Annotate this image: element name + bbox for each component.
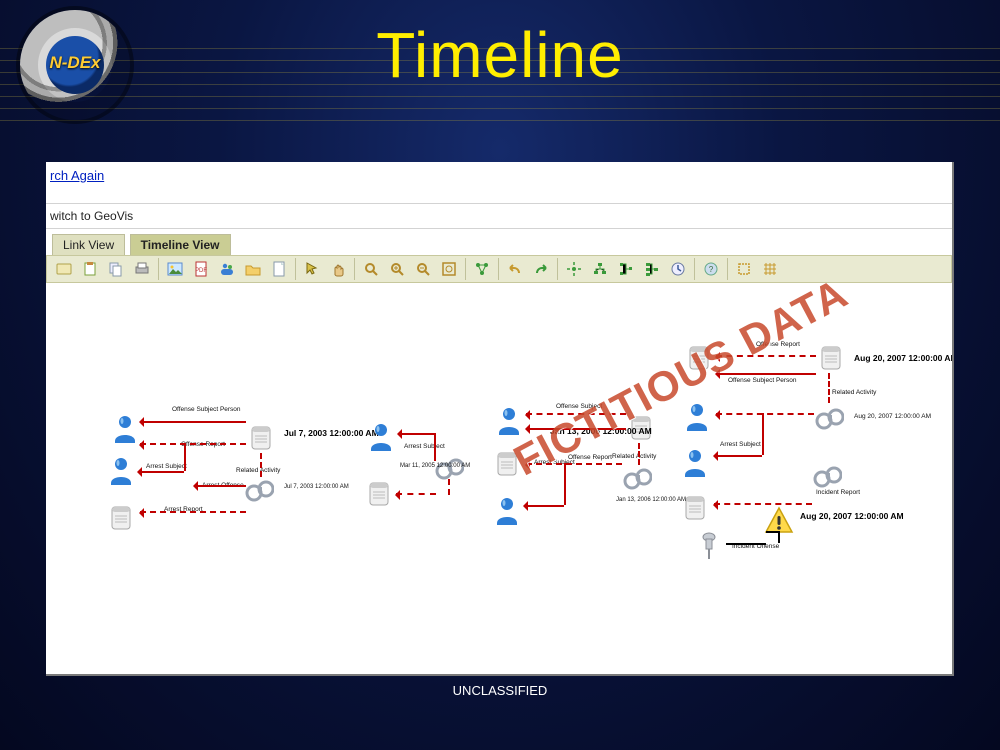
svg-text:PDF: PDF <box>195 268 207 274</box>
grid-icon[interactable] <box>759 258 781 280</box>
node-label: Offense Subject Person <box>172 406 241 413</box>
scroll-icon <box>816 343 846 373</box>
date-label: Mar 11, 2005 12:00:00 AM <box>400 463 470 469</box>
date-label: Aug 20, 2007 12:00:00 AM <box>854 353 954 363</box>
date-label: Jan 13, 2006 12:00:00 AM <box>616 497 686 503</box>
date-label: Aug 20, 2007 12:00:00 AM <box>800 511 904 521</box>
app-panel: rch Again witch to GeoVis Link View Time… <box>46 162 954 676</box>
tree-icon[interactable] <box>589 258 611 280</box>
vert-tree-icon[interactable] <box>615 258 637 280</box>
cuffs-icon <box>244 475 274 505</box>
node-label: Arrest Subject <box>146 463 187 470</box>
image-icon[interactable] <box>164 258 186 280</box>
search-again-link[interactable]: rch Again <box>46 162 104 185</box>
date-label: Jul 7, 2003 12:00:00 AM <box>284 484 349 490</box>
clock-icon[interactable] <box>667 258 689 280</box>
zoom-in-icon[interactable] <box>386 258 408 280</box>
cuffs-icon <box>622 463 652 493</box>
zoom-icon[interactable] <box>360 258 382 280</box>
cuffs-icon <box>814 403 844 433</box>
hier-icon[interactable] <box>641 258 663 280</box>
tab-bar: Link View Timeline View <box>46 233 952 255</box>
open-icon[interactable] <box>53 258 75 280</box>
folder-icon[interactable] <box>242 258 264 280</box>
date-label: Jul 7, 2003 12:00:00 AM <box>284 428 379 438</box>
pin-icon <box>694 531 724 561</box>
box-icon[interactable] <box>733 258 755 280</box>
users-icon[interactable] <box>216 258 238 280</box>
hand-icon[interactable] <box>327 258 349 280</box>
cuffs-icon <box>812 461 842 491</box>
scroll-icon <box>106 503 136 533</box>
node-label: Related Activity <box>236 467 280 474</box>
layout-icon[interactable] <box>471 258 493 280</box>
zoom-out-icon[interactable] <box>412 258 434 280</box>
slide-title: Timeline <box>0 18 1000 92</box>
help-icon[interactable]: ? <box>700 258 722 280</box>
classification-footer: UNCLASSIFIED <box>0 683 1000 698</box>
node-label: Related Activity <box>832 389 876 396</box>
copy-icon[interactable] <box>105 258 127 280</box>
redo-icon[interactable] <box>530 258 552 280</box>
person-icon <box>680 447 710 477</box>
svg-text:?: ? <box>709 265 714 274</box>
scroll-icon <box>680 493 710 523</box>
pointer-icon[interactable] <box>301 258 323 280</box>
switch-geovis-link[interactable]: witch to GeoVis <box>46 203 952 229</box>
scroll-icon <box>246 423 276 453</box>
print-icon[interactable] <box>131 258 153 280</box>
node-label: Arrest Subject <box>404 443 445 450</box>
node-label: Incident Report <box>816 489 860 496</box>
person-icon <box>682 401 712 431</box>
zoom-fit-icon[interactable] <box>438 258 460 280</box>
new-doc-icon[interactable] <box>268 258 290 280</box>
tab-link-view[interactable]: Link View <box>52 234 125 255</box>
timeline-canvas[interactable]: Offense Subject Person Offense Report Ar… <box>46 283 952 676</box>
tab-timeline-view[interactable]: Timeline View <box>130 234 231 255</box>
paste-icon[interactable] <box>79 258 101 280</box>
node-label: Offense Subject Person <box>728 377 797 384</box>
center-icon[interactable] <box>563 258 585 280</box>
seal-text: N-DEx <box>20 53 130 73</box>
node-label: Arrest Subject <box>720 441 761 448</box>
date-label: Aug 20, 2007 12:00:00 AM <box>854 413 931 420</box>
node-label: Related Activity <box>612 453 656 460</box>
undo-icon[interactable] <box>504 258 526 280</box>
ndex-seal: N-DEx <box>20 10 130 120</box>
pdf-icon[interactable]: PDF <box>190 258 212 280</box>
